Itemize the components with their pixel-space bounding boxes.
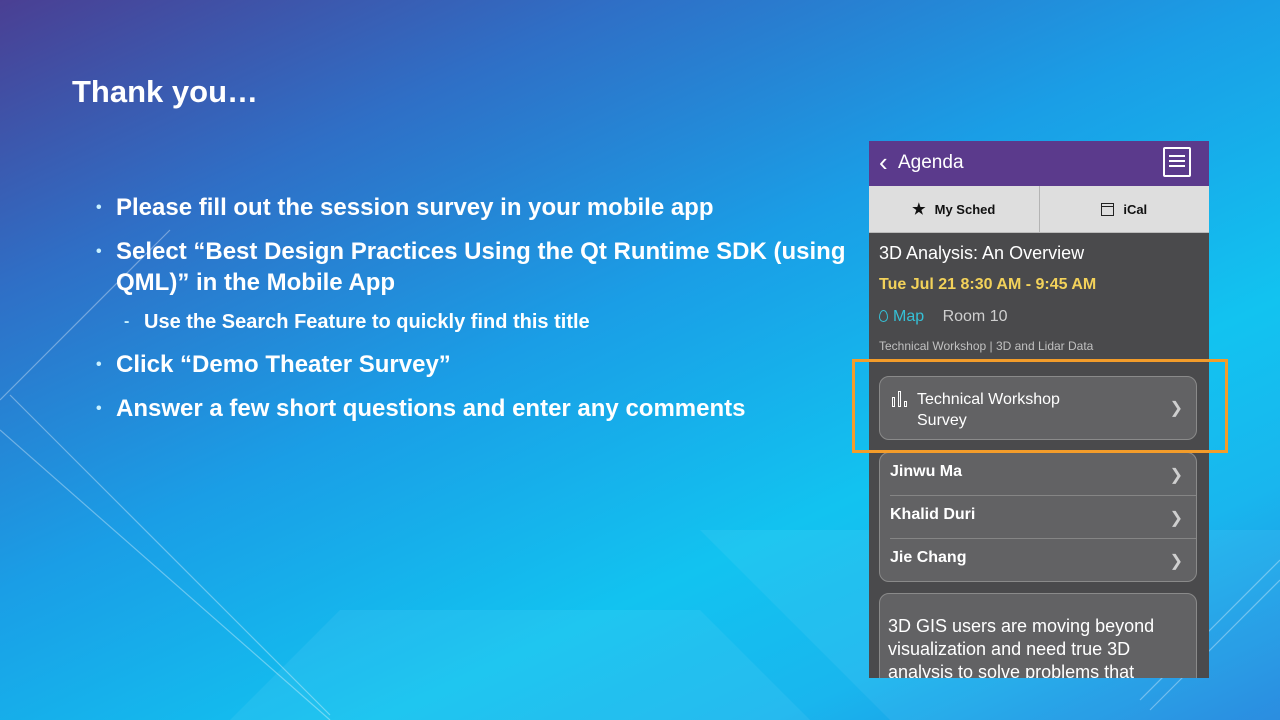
session-title: 3D Analysis: An Overview bbox=[879, 243, 1085, 263]
app-nav-bar: ‹ Agenda bbox=[869, 141, 1209, 186]
map-link[interactable]: Map bbox=[879, 308, 924, 325]
sub-bullet-dash: - bbox=[124, 313, 130, 330]
slide-title: Thank you… bbox=[72, 74, 259, 109]
bullet-text: Please fill out the session survey in yo… bbox=[116, 194, 714, 221]
room-label: Room 10 bbox=[942, 308, 1008, 325]
bullet-text: Answer a few short questions and enter a… bbox=[116, 395, 746, 422]
tab-label: iCal bbox=[1123, 201, 1148, 217]
speaker-list: Jinwu Ma ❯ Khalid Duri ❯ Jie Chang ❯ bbox=[879, 452, 1197, 582]
map-pin-icon bbox=[879, 310, 888, 322]
back-chevron-icon[interactable]: ‹ bbox=[879, 149, 888, 175]
map-link-label: Map bbox=[893, 308, 925, 325]
session-track: Technical Workshop | 3D and Lidar Data bbox=[879, 339, 1094, 353]
bullet-list: • Please fill out the session survey in … bbox=[96, 192, 856, 437]
bullet-survey: • Please fill out the session survey in … bbox=[96, 192, 856, 223]
survey-highlight-frame bbox=[852, 359, 1228, 453]
chevron-right-icon: ❯ bbox=[1169, 553, 1183, 570]
description-text: 3D GIS users are moving beyond visualiza… bbox=[888, 616, 1155, 678]
calendar-icon bbox=[1101, 202, 1115, 216]
bullet-answer: • Answer a few short questions and enter… bbox=[96, 393, 856, 424]
bullet-select-session: • Select “Best Design Practices Using th… bbox=[96, 236, 856, 298]
tab-label: My Sched bbox=[934, 201, 996, 217]
speaker-name: Khalid Duri bbox=[890, 506, 976, 523]
location-row: Map Room 10 bbox=[879, 308, 1008, 326]
bullet-click-demo: • Click “Demo Theater Survey” bbox=[96, 349, 856, 380]
bullet-dot: • bbox=[96, 199, 102, 216]
speaker-name: Jie Chang bbox=[890, 549, 967, 566]
chevron-right-icon: ❯ bbox=[1169, 510, 1183, 527]
tab-ical[interactable]: iCal bbox=[1038, 186, 1210, 232]
session-time: Tue Jul 21 8:30 AM - 9:45 AM bbox=[879, 276, 1097, 293]
notes-icon[interactable] bbox=[1163, 147, 1191, 177]
sub-bullet-text: Use the Search Feature to quickly find t… bbox=[144, 311, 590, 333]
bullet-dot: • bbox=[96, 243, 102, 260]
bullet-dot: • bbox=[96, 400, 102, 417]
speaker-item-jinwu-ma[interactable]: Jinwu Ma ❯ bbox=[880, 453, 1196, 496]
bullet-text: Select “Best Design Practices Using the … bbox=[116, 238, 846, 296]
bullet-text: Click “Demo Theater Survey” bbox=[116, 351, 451, 378]
chevron-right-icon: ❯ bbox=[1169, 467, 1183, 484]
star-icon: ★ bbox=[912, 201, 926, 218]
speaker-item-khalid-duri[interactable]: Khalid Duri ❯ bbox=[880, 496, 1196, 539]
sub-bullet-search: - Use the Search Feature to quickly find… bbox=[96, 309, 856, 335]
speaker-item-jie-chang[interactable]: Jie Chang ❯ bbox=[880, 539, 1196, 582]
tab-my-sched[interactable]: ★ My Sched bbox=[869, 186, 1039, 232]
session-description: 3D GIS users are moving beyond visualiza… bbox=[879, 593, 1197, 678]
bullet-dot: • bbox=[96, 356, 102, 373]
speaker-name: Jinwu Ma bbox=[890, 463, 963, 480]
nav-back-label[interactable]: Agenda bbox=[898, 152, 964, 174]
app-tab-bar: ★ My Sched iCal bbox=[869, 186, 1209, 233]
